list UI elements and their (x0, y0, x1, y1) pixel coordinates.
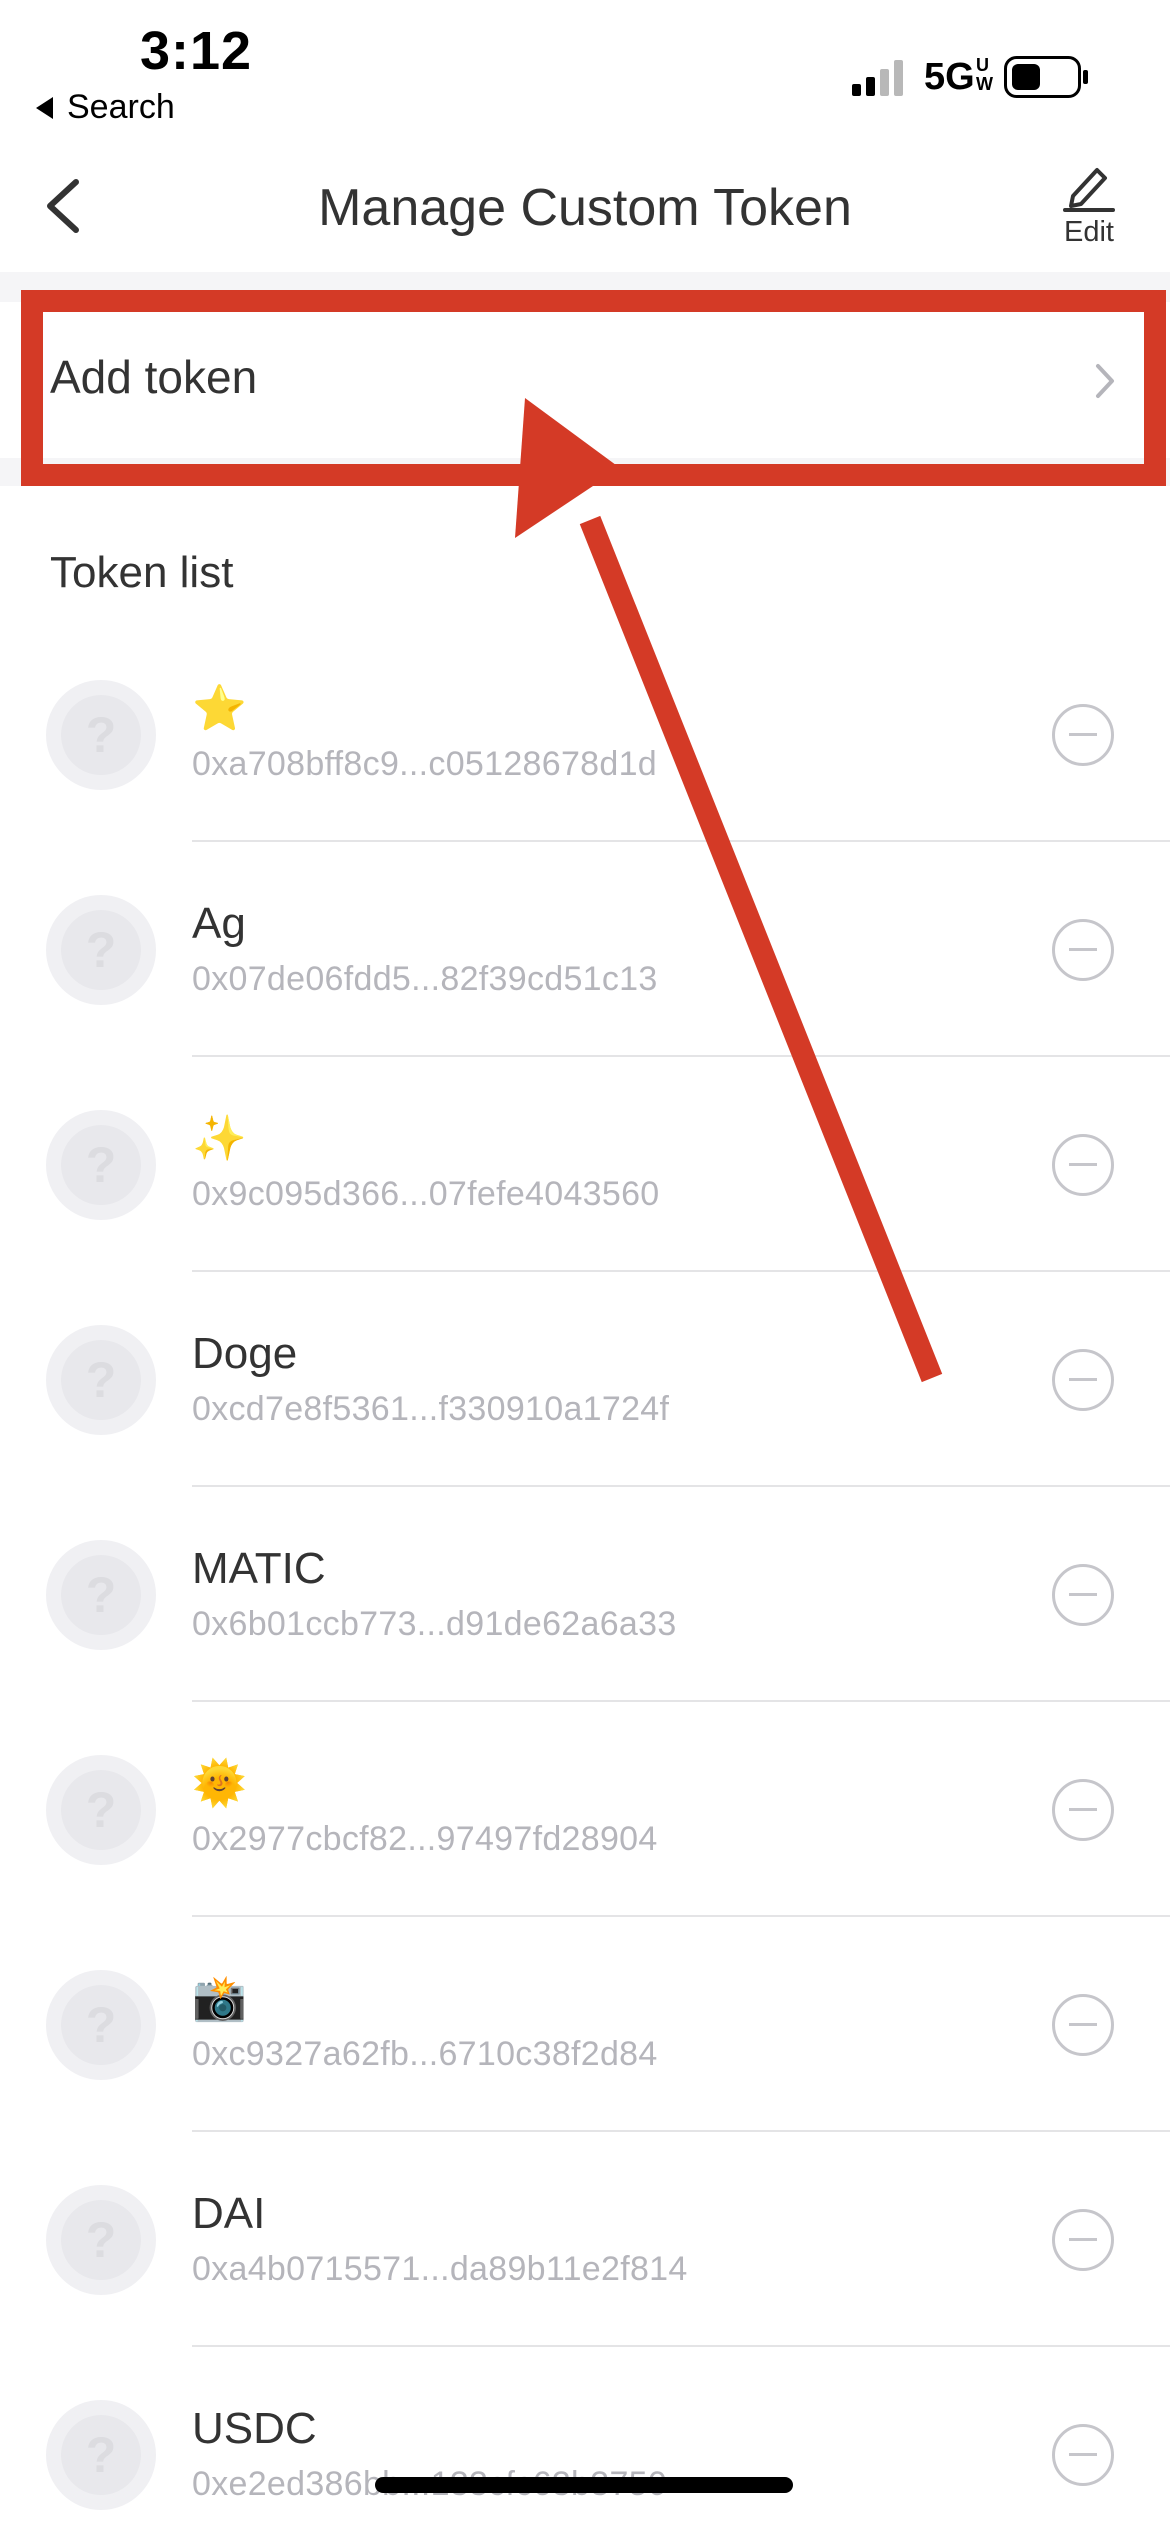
add-token-row[interactable]: Add token (0, 302, 1170, 458)
token-list-title: Token list (50, 548, 234, 597)
remove-token-button[interactable] (1052, 1564, 1114, 1626)
remove-token-button[interactable] (1052, 2209, 1114, 2271)
token-placeholder-icon: ? (46, 680, 156, 790)
navigation-bar: Manage Custom Token Edit (0, 140, 1170, 270)
network-band-label: U W (976, 55, 993, 94)
token-name: 📸 (192, 1974, 247, 2023)
remove-token-button[interactable] (1052, 919, 1114, 981)
battery-icon (1004, 56, 1088, 98)
token-row: ? Doge 0xcd7e8f5361...f330910a1724f (0, 1272, 1170, 1487)
token-name: Doge (192, 1329, 298, 1378)
token-name: MATIC (192, 1544, 326, 1593)
pencil-icon (1063, 168, 1115, 212)
token-placeholder-icon: ? (46, 1755, 156, 1865)
add-token-label: Add token (50, 351, 258, 403)
section-spacer (0, 272, 1170, 302)
remove-token-button[interactable] (1052, 1779, 1114, 1841)
token-name: DAI (192, 2189, 266, 2238)
status-bar: 3:12 Search 5G U W (0, 0, 1170, 140)
back-to-app-label: Search (67, 88, 175, 126)
token-name: ⭐ (192, 684, 247, 733)
screen: 3:12 Search 5G U W Manage Custom Token E… (0, 0, 1170, 2532)
token-placeholder-icon: ? (46, 895, 156, 1005)
network-type-label: 5G (924, 56, 975, 98)
token-row: ? DAI 0xa4b0715571...da89b11e2f814 (0, 2132, 1170, 2347)
remove-token-button[interactable] (1052, 1349, 1114, 1411)
token-address: 0x07de06fdd5...82f39cd51c13 (192, 960, 658, 998)
remove-token-button[interactable] (1052, 1994, 1114, 2056)
remove-token-button[interactable] (1052, 2424, 1114, 2486)
chevron-right-icon (1096, 364, 1114, 398)
page-title: Manage Custom Token (318, 179, 852, 237)
back-triangle-icon (36, 96, 53, 119)
token-name: USDC (192, 2404, 317, 2453)
token-list: ? ⭐ 0xa708bff8c9...c05128678d1d ? Ag 0x0… (0, 627, 1170, 2532)
remove-token-button[interactable] (1052, 1134, 1114, 1196)
token-placeholder-icon: ? (46, 1110, 156, 1220)
back-to-app-link[interactable]: Search (36, 88, 175, 127)
token-address: 0x6b01ccb773...d91de62a6a33 (192, 1605, 677, 1643)
token-row: ? ⭐ 0xa708bff8c9...c05128678d1d (0, 627, 1170, 842)
token-row: ? USDC 0xe2ed386bb...133cfc63b3750 (0, 2347, 1170, 2532)
token-placeholder-icon: ? (46, 2400, 156, 2510)
edit-button[interactable]: Edit (1044, 162, 1134, 262)
token-name: Ag (192, 899, 246, 948)
section-spacer (0, 458, 1170, 486)
status-time: 3:12 (140, 21, 253, 81)
edit-label: Edit (1064, 216, 1114, 248)
token-name: ✨ (192, 1114, 247, 1163)
token-row: ? 🌞 0x2977cbcf82...97497fd28904 (0, 1702, 1170, 1917)
token-name: 🌞 (192, 1759, 247, 1808)
token-address: 0x9c095d366...07fefe4043560 (192, 1175, 660, 1213)
token-row: ? Ag 0x07de06fdd5...82f39cd51c13 (0, 842, 1170, 1057)
token-address: 0xcd7e8f5361...f330910a1724f (192, 1390, 670, 1428)
token-placeholder-icon: ? (46, 2185, 156, 2295)
token-row: ? ✨ 0x9c095d366...07fefe4043560 (0, 1057, 1170, 1272)
token-row: ? 📸 0xc9327a62fb...6710c38f2d84 (0, 1917, 1170, 2132)
token-placeholder-icon: ? (46, 1325, 156, 1435)
token-address: 0xa4b0715571...da89b11e2f814 (192, 2250, 688, 2288)
token-address: 0xc9327a62fb...6710c38f2d84 (192, 2035, 658, 2073)
token-address: 0x2977cbcf82...97497fd28904 (192, 1820, 658, 1858)
home-indicator[interactable] (375, 2477, 793, 2493)
remove-token-button[interactable] (1052, 704, 1114, 766)
token-row: ? MATIC 0x6b01ccb773...d91de62a6a33 (0, 1487, 1170, 1702)
cellular-signal-icon (852, 60, 903, 96)
token-placeholder-icon: ? (46, 1970, 156, 2080)
token-placeholder-icon: ? (46, 1540, 156, 1650)
token-address: 0xa708bff8c9...c05128678d1d (192, 745, 657, 783)
